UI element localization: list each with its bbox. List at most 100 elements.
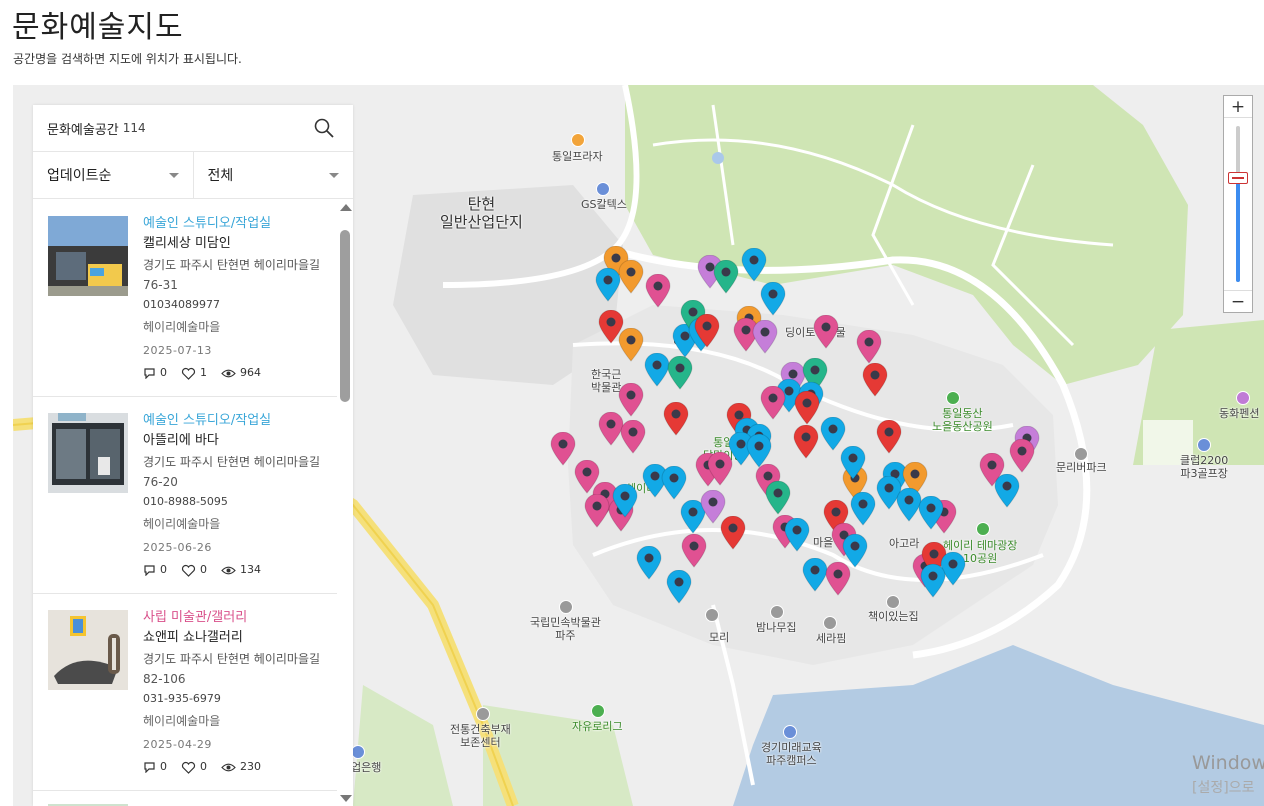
map-marker-pink-icon[interactable]: [813, 315, 839, 349]
map-marker-pink-icon[interactable]: [550, 432, 576, 466]
restaurant-poi-icon[interactable]: [770, 605, 784, 619]
result-list-scrollbar[interactable]: [337, 200, 353, 806]
map-marker-blue-icon[interactable]: [918, 496, 944, 530]
item-village: 헤이리예술마을: [143, 714, 221, 728]
item-phone: 010-8988-5095: [143, 495, 228, 508]
restaurant-poi-icon[interactable]: [823, 616, 837, 630]
bank-poi-icon[interactable]: [351, 745, 365, 759]
like-stat[interactable]: 0: [181, 757, 207, 777]
map-marker-blue-icon[interactable]: [636, 546, 662, 580]
map-marker-blue-icon[interactable]: [994, 474, 1020, 508]
page-subtitle: 공간명을 검색하면 지도에 위치가 표시됩니다.: [13, 52, 242, 66]
gas-station-poi-icon[interactable]: [596, 182, 610, 196]
list-item[interactable]: 사립 미술관/갤러리 쇼앤피 쇼나갤러리 경기도 파주시 탄현면 헤이리마을길 …: [33, 594, 337, 791]
search-panel: 문화예술공간 114 업데이트순 전체 예술인 스튜디오/작업실 캘리세상 미담…: [33, 105, 353, 806]
map-marker-blue-icon[interactable]: [840, 446, 866, 480]
park-poi-icon[interactable]: [976, 522, 990, 536]
map-label-tongil-park: 통일동산 노을동산공원: [932, 407, 993, 433]
zoom-in-button[interactable]: +: [1224, 96, 1252, 118]
place-poi-icon[interactable]: [1074, 447, 1088, 461]
item-date: 2025-06-26: [143, 541, 212, 554]
map-marker-pink-icon[interactable]: [760, 386, 786, 420]
zoom-slider-handle[interactable]: [1228, 172, 1248, 184]
zoom-out-button[interactable]: −: [1224, 290, 1252, 312]
map-marker-purple-icon[interactable]: [752, 320, 778, 354]
view-stat: 230: [221, 757, 261, 777]
map-marker-teal-icon[interactable]: [765, 481, 791, 515]
map-marker-blue-icon[interactable]: [850, 492, 876, 526]
map-marker-pink-icon[interactable]: [584, 494, 610, 528]
item-name[interactable]: 쇼앤피 쇼나갤러리: [143, 628, 333, 648]
comment-stat[interactable]: 0: [143, 363, 167, 383]
list-item[interactable]: 예술인 스튜디오/작업실 캘리세상 미담인 경기도 파주시 탄현면 헤이리마을길…: [33, 200, 337, 397]
map-marker-pink-icon[interactable]: [681, 534, 707, 568]
sort-select[interactable]: 업데이트순: [33, 152, 193, 198]
map-marker-red-icon[interactable]: [663, 402, 689, 436]
map-marker-pink-icon[interactable]: [825, 562, 851, 596]
map-label-national-folk-museum: 국립민속박물관 파주: [530, 616, 601, 642]
map-marker-pink-icon[interactable]: [707, 452, 733, 486]
map-marker-blue-icon[interactable]: [920, 564, 946, 598]
place-poi-icon[interactable]: [476, 707, 490, 721]
panel-search-bar[interactable]: 문화예술공간 114: [33, 105, 353, 152]
item-phone: 031-935-6979: [143, 692, 221, 705]
comment-count: 0: [160, 760, 167, 773]
map-marker-orange-icon[interactable]: [618, 328, 644, 362]
like-stat[interactable]: 0: [181, 560, 207, 580]
item-stats: 0 1 964: [143, 363, 333, 383]
park-poi-icon[interactable]: [591, 704, 605, 718]
map-marker-blue-icon[interactable]: [746, 434, 772, 468]
map-marker-teal-icon[interactable]: [667, 356, 693, 390]
eye-icon: [221, 566, 236, 574]
view-stat: 964: [221, 363, 261, 383]
map-marker-red-icon[interactable]: [876, 420, 902, 454]
place-poi-icon[interactable]: [886, 595, 900, 609]
map-marker-blue-icon[interactable]: [666, 570, 692, 604]
map-marker-red-icon[interactable]: [720, 516, 746, 550]
map-marker-blue-icon[interactable]: [741, 248, 767, 282]
map-marker-red-icon[interactable]: [794, 391, 820, 425]
panel-title: 문화예술공간: [47, 122, 119, 138]
comment-stat[interactable]: 0: [143, 757, 167, 777]
heart-icon: [181, 761, 196, 774]
item-name[interactable]: 캘리세상 미담인: [143, 234, 333, 254]
view-count: 964: [240, 366, 261, 379]
windows-watermark: Window: [1192, 752, 1264, 774]
scroll-down-icon[interactable]: [340, 795, 352, 802]
museum-poi-icon[interactable]: [559, 600, 573, 614]
scroll-up-icon[interactable]: [340, 204, 352, 211]
place-poi-icon[interactable]: [705, 608, 719, 622]
park-poi-icon[interactable]: [946, 391, 960, 405]
map-marker-blue-icon[interactable]: [760, 282, 786, 316]
school-poi-icon[interactable]: [783, 725, 797, 739]
item-thumbnail: [48, 413, 128, 493]
map-marker-pink-icon[interactable]: [645, 274, 671, 308]
scrollbar-thumb[interactable]: [340, 230, 350, 402]
map-marker-red-icon[interactable]: [694, 314, 720, 348]
map-label-freedom-road: 자유로리그: [572, 720, 623, 733]
golf-poi-icon[interactable]: [1197, 438, 1211, 452]
map-marker-pink-icon[interactable]: [1009, 439, 1035, 473]
pension-poi-icon[interactable]: [1236, 391, 1250, 405]
map-marker-blue-icon[interactable]: [784, 518, 810, 552]
map-marker-pink-icon[interactable]: [856, 330, 882, 364]
comment-stat[interactable]: 0: [143, 560, 167, 580]
map-marker-teal-icon[interactable]: [713, 260, 739, 294]
list-item[interactable]: 예술인 스튜디오/작업실 아뜰리에 바다 경기도 파주시 탄현면 헤이리마을길 …: [33, 397, 337, 594]
eye-icon: [221, 763, 236, 771]
category-select[interactable]: 전체: [192, 152, 354, 198]
like-stat[interactable]: 1: [181, 363, 207, 383]
map-marker-blue-icon[interactable]: [612, 484, 638, 518]
search-icon[interactable]: [313, 117, 335, 139]
map-marker-red-icon[interactable]: [793, 425, 819, 459]
map-marker-pink-icon[interactable]: [620, 420, 646, 454]
zoom-control: + −: [1223, 95, 1253, 313]
result-list: 예술인 스튜디오/작업실 캘리세상 미담인 경기도 파주시 탄현면 헤이리마을길…: [33, 200, 337, 806]
map-marker-red-icon[interactable]: [862, 363, 888, 397]
item-thumbnail: [48, 610, 128, 690]
item-name[interactable]: 아뜰리에 바다: [143, 431, 333, 451]
map-label-tanhyeon: 탄현 일반산업단지: [440, 195, 523, 231]
map-marker-blue-icon[interactable]: [661, 466, 687, 500]
gas-station-poi-icon[interactable]: [571, 133, 585, 147]
map-marker-orange-icon[interactable]: [618, 260, 644, 294]
